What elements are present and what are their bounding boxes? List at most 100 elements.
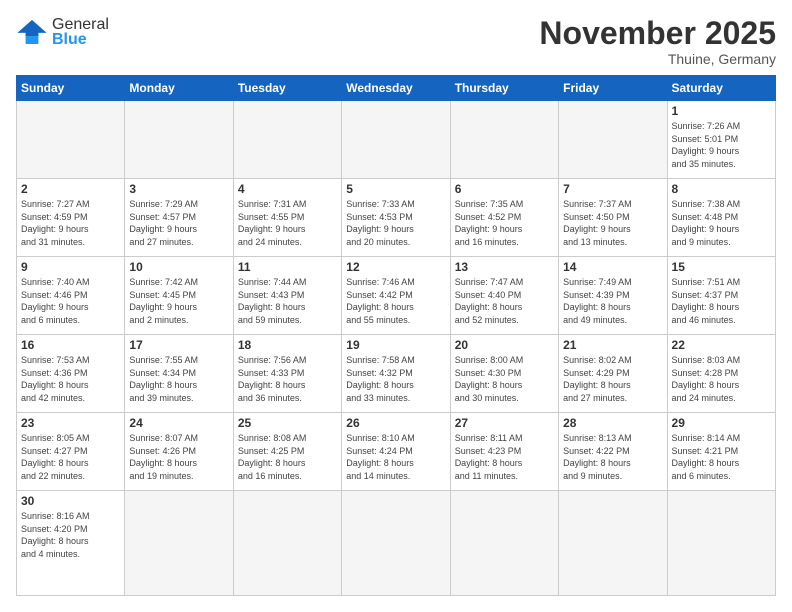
calendar-cell <box>233 101 341 179</box>
day-number: 9 <box>21 260 120 274</box>
calendar-cell: 15 Sunrise: 7:51 AM Sunset: 4:37 PM Dayli… <box>667 257 775 335</box>
calendar-cell <box>125 101 233 179</box>
day-number: 5 <box>346 182 445 196</box>
day-info: Sunrise: 8:11 AM Sunset: 4:23 PM Dayligh… <box>455 432 554 482</box>
day-number: 24 <box>129 416 228 430</box>
calendar-cell: 5 Sunrise: 7:33 AM Sunset: 4:53 PM Daylig… <box>342 179 450 257</box>
day-info: Sunrise: 7:33 AM Sunset: 4:53 PM Dayligh… <box>346 198 445 248</box>
month-title: November 2025 <box>539 16 776 51</box>
calendar-cell <box>342 101 450 179</box>
calendar-cell: 14 Sunrise: 7:49 AM Sunset: 4:39 PM Dayli… <box>559 257 667 335</box>
day-number: 3 <box>129 182 228 196</box>
day-number: 18 <box>238 338 337 352</box>
calendar-cell: 4 Sunrise: 7:31 AM Sunset: 4:55 PM Daylig… <box>233 179 341 257</box>
calendar-table: SundayMondayTuesdayWednesdayThursdayFrid… <box>16 75 776 596</box>
calendar-cell: 22 Sunrise: 8:03 AM Sunset: 4:28 PM Dayli… <box>667 335 775 413</box>
calendar-cell: 9Sunrise: 7:40 AM Sunset: 4:46 PM Daylig… <box>17 257 125 335</box>
day-info: Sunrise: 7:51 AM Sunset: 4:37 PM Dayligh… <box>672 276 771 326</box>
calendar-cell: 3Sunrise: 7:29 AM Sunset: 4:57 PM Daylig… <box>125 179 233 257</box>
day-number: 23 <box>21 416 120 430</box>
logo-icon <box>16 18 48 46</box>
logo-text: General Blue <box>52 16 109 48</box>
calendar-cell <box>450 491 558 596</box>
calendar-cell: 28 Sunrise: 8:13 AM Sunset: 4:22 PM Dayli… <box>559 413 667 491</box>
calendar-cell: 11Sunrise: 7:44 AM Sunset: 4:43 PM Dayli… <box>233 257 341 335</box>
day-info: Sunrise: 7:31 AM Sunset: 4:55 PM Dayligh… <box>238 198 337 248</box>
day-number: 4 <box>238 182 337 196</box>
day-info: Sunrise: 8:10 AM Sunset: 4:24 PM Dayligh… <box>346 432 445 482</box>
day-number: 6 <box>455 182 554 196</box>
day-header-sunday: Sunday <box>17 76 125 101</box>
calendar-cell <box>559 491 667 596</box>
title-block: November 2025 Thuine, Germany <box>539 16 776 67</box>
day-number: 29 <box>672 416 771 430</box>
calendar-cell: 23 Sunrise: 8:05 AM Sunset: 4:27 PM Dayli… <box>17 413 125 491</box>
day-info: Sunrise: 7:47 AM Sunset: 4:40 PM Dayligh… <box>455 276 554 326</box>
day-header-monday: Monday <box>125 76 233 101</box>
calendar-cell: 21 Sunrise: 8:02 AM Sunset: 4:29 PM Dayli… <box>559 335 667 413</box>
calendar-cell: 10Sunrise: 7:42 AM Sunset: 4:45 PM Dayli… <box>125 257 233 335</box>
calendar-cell: 16 Sunrise: 7:53 AM Sunset: 4:36 PM Dayli… <box>17 335 125 413</box>
day-number: 27 <box>455 416 554 430</box>
day-header-thursday: Thursday <box>450 76 558 101</box>
page: General Blue November 2025 Thuine, Germa… <box>0 0 792 612</box>
day-number: 30 <box>21 494 120 508</box>
calendar-cell: 29 Sunrise: 8:14 AM Sunset: 4:21 PM Dayli… <box>667 413 775 491</box>
day-info: Sunrise: 8:16 AM Sunset: 4:20 PM Dayligh… <box>21 510 120 560</box>
calendar-cell <box>17 101 125 179</box>
day-number: 8 <box>672 182 771 196</box>
day-number: 21 <box>563 338 662 352</box>
day-number: 14 <box>563 260 662 274</box>
day-info: Sunrise: 8:00 AM Sunset: 4:30 PM Dayligh… <box>455 354 554 404</box>
calendar-cell: 25Sunrise: 8:08 AM Sunset: 4:25 PM Dayli… <box>233 413 341 491</box>
calendar-cell: 1Sunrise: 7:26 AM Sunset: 5:01 PM Daylig… <box>667 101 775 179</box>
calendar-week-3: 16 Sunrise: 7:53 AM Sunset: 4:36 PM Dayli… <box>17 335 776 413</box>
calendar-cell: 30 Sunrise: 8:16 AM Sunset: 4:20 PM Dayli… <box>17 491 125 596</box>
day-number: 15 <box>672 260 771 274</box>
day-header-saturday: Saturday <box>667 76 775 101</box>
day-number: 10 <box>129 260 228 274</box>
calendar-cell: 18Sunrise: 7:56 AM Sunset: 4:33 PM Dayli… <box>233 335 341 413</box>
day-number: 28 <box>563 416 662 430</box>
day-number: 19 <box>346 338 445 352</box>
day-number: 22 <box>672 338 771 352</box>
day-number: 2 <box>21 182 120 196</box>
day-info: Sunrise: 7:37 AM Sunset: 4:50 PM Dayligh… <box>563 198 662 248</box>
day-number: 7 <box>563 182 662 196</box>
day-info: Sunrise: 8:03 AM Sunset: 4:28 PM Dayligh… <box>672 354 771 404</box>
calendar-week-2: 9Sunrise: 7:40 AM Sunset: 4:46 PM Daylig… <box>17 257 776 335</box>
day-number: 16 <box>21 338 120 352</box>
day-header-wednesday: Wednesday <box>342 76 450 101</box>
calendar-cell: 6Sunrise: 7:35 AM Sunset: 4:52 PM Daylig… <box>450 179 558 257</box>
day-info: Sunrise: 8:05 AM Sunset: 4:27 PM Dayligh… <box>21 432 120 482</box>
day-number: 26 <box>346 416 445 430</box>
calendar-cell: 12 Sunrise: 7:46 AM Sunset: 4:42 PM Dayli… <box>342 257 450 335</box>
calendar-week-5: 30 Sunrise: 8:16 AM Sunset: 4:20 PM Dayli… <box>17 491 776 596</box>
day-number: 12 <box>346 260 445 274</box>
calendar-week-1: 2Sunrise: 7:27 AM Sunset: 4:59 PM Daylig… <box>17 179 776 257</box>
day-info: Sunrise: 7:46 AM Sunset: 4:42 PM Dayligh… <box>346 276 445 326</box>
calendar-cell: 26 Sunrise: 8:10 AM Sunset: 4:24 PM Dayli… <box>342 413 450 491</box>
day-info: Sunrise: 8:13 AM Sunset: 4:22 PM Dayligh… <box>563 432 662 482</box>
logo: General Blue <box>16 16 109 48</box>
calendar-cell: 17Sunrise: 7:55 AM Sunset: 4:34 PM Dayli… <box>125 335 233 413</box>
calendar-cell: 27 Sunrise: 8:11 AM Sunset: 4:23 PM Dayli… <box>450 413 558 491</box>
day-number: 17 <box>129 338 228 352</box>
day-info: Sunrise: 8:14 AM Sunset: 4:21 PM Dayligh… <box>672 432 771 482</box>
calendar-cell <box>233 491 341 596</box>
day-header-friday: Friday <box>559 76 667 101</box>
calendar-cell <box>559 101 667 179</box>
calendar-cell: 20Sunrise: 8:00 AM Sunset: 4:30 PM Dayli… <box>450 335 558 413</box>
calendar-cell: 8Sunrise: 7:38 AM Sunset: 4:48 PM Daylig… <box>667 179 775 257</box>
subtitle: Thuine, Germany <box>539 51 776 67</box>
day-number: 1 <box>672 104 771 118</box>
day-info: Sunrise: 7:49 AM Sunset: 4:39 PM Dayligh… <box>563 276 662 326</box>
day-info: Sunrise: 8:02 AM Sunset: 4:29 PM Dayligh… <box>563 354 662 404</box>
day-info: Sunrise: 7:53 AM Sunset: 4:36 PM Dayligh… <box>21 354 120 404</box>
day-number: 11 <box>238 260 337 274</box>
calendar-cell <box>667 491 775 596</box>
calendar-cell: 2Sunrise: 7:27 AM Sunset: 4:59 PM Daylig… <box>17 179 125 257</box>
day-number: 25 <box>238 416 337 430</box>
day-header-tuesday: Tuesday <box>233 76 341 101</box>
day-info: Sunrise: 7:58 AM Sunset: 4:32 PM Dayligh… <box>346 354 445 404</box>
